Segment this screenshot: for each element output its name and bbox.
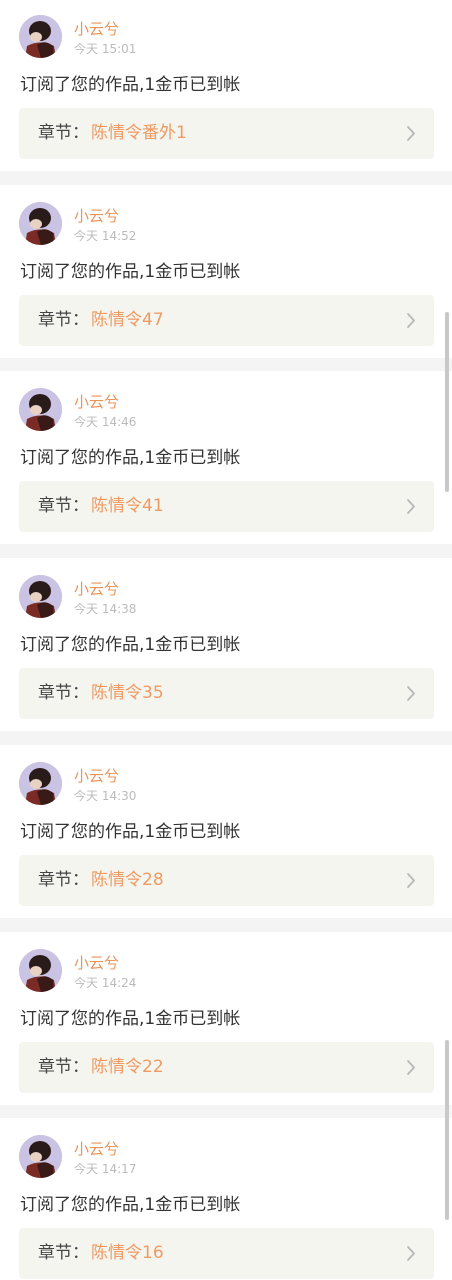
chapter-title: 陈情令41 bbox=[91, 496, 164, 516]
chapter-label: 章节： bbox=[38, 870, 89, 890]
username[interactable]: 小云兮 bbox=[74, 766, 119, 786]
chapter-title: 陈情令22 bbox=[91, 1057, 164, 1077]
timestamp: 今天 14:30 bbox=[74, 789, 137, 803]
chapter-label: 章节： bbox=[38, 1243, 89, 1263]
chevron-right-icon bbox=[407, 126, 415, 141]
chapter-title: 陈情令35 bbox=[91, 683, 164, 703]
chapter-title: 陈情令28 bbox=[91, 870, 164, 890]
chapter-label: 章节： bbox=[38, 496, 89, 516]
user-avatar[interactable] bbox=[19, 15, 62, 58]
chevron-right-icon bbox=[407, 313, 415, 328]
username[interactable]: 小云兮 bbox=[74, 953, 119, 973]
username[interactable]: 小云兮 bbox=[74, 579, 119, 599]
notification-card: 小云兮 今天 15:01 订阅了您的作品,1金币已到帐 章节： 陈情令番外1 bbox=[0, 0, 452, 171]
avatar-image bbox=[19, 762, 62, 805]
chapter-link[interactable]: 章节： 陈情令28 bbox=[19, 855, 434, 906]
avatar-image bbox=[19, 1135, 62, 1178]
user-avatar[interactable] bbox=[19, 1135, 62, 1178]
timestamp: 今天 14:52 bbox=[74, 229, 137, 243]
timestamp: 今天 14:24 bbox=[74, 976, 137, 990]
notification-card: 小云兮 今天 14:52 订阅了您的作品,1金币已到帐 章节： 陈情令47 bbox=[0, 185, 452, 358]
user-avatar[interactable] bbox=[19, 202, 62, 245]
notification-message: 订阅了您的作品,1金币已到帐 bbox=[20, 1009, 241, 1029]
notification-card: 小云兮 今天 14:46 订阅了您的作品,1金币已到帐 章节： 陈情令41 bbox=[0, 371, 452, 544]
username[interactable]: 小云兮 bbox=[74, 206, 119, 226]
user-avatar[interactable] bbox=[19, 575, 62, 618]
notification-message: 订阅了您的作品,1金币已到帐 bbox=[20, 448, 241, 468]
scrollbar-thumb[interactable] bbox=[445, 1040, 449, 1220]
chapter-title: 陈情令47 bbox=[91, 310, 164, 330]
chapter-title: 陈情令番外1 bbox=[91, 123, 187, 143]
chevron-right-icon bbox=[407, 686, 415, 701]
user-avatar[interactable] bbox=[19, 388, 62, 431]
notification-card: 小云兮 今天 14:38 订阅了您的作品,1金币已到帐 章节： 陈情令35 bbox=[0, 558, 452, 731]
chapter-link[interactable]: 章节： 陈情令47 bbox=[19, 295, 434, 346]
chevron-right-icon bbox=[407, 1246, 415, 1261]
chapter-label: 章节： bbox=[38, 123, 89, 143]
notification-message: 订阅了您的作品,1金币已到帐 bbox=[20, 1195, 241, 1215]
avatar-image bbox=[19, 202, 62, 245]
chevron-right-icon bbox=[407, 1060, 415, 1075]
chevron-right-icon bbox=[407, 499, 415, 514]
chapter-label: 章节： bbox=[38, 310, 89, 330]
user-avatar[interactable] bbox=[19, 949, 62, 992]
chevron-right-icon bbox=[407, 873, 415, 888]
scrollbar-thumb[interactable] bbox=[445, 312, 449, 492]
notification-message: 订阅了您的作品,1金币已到帐 bbox=[20, 822, 241, 842]
username[interactable]: 小云兮 bbox=[74, 1139, 119, 1159]
avatar-image bbox=[19, 15, 62, 58]
chapter-label: 章节： bbox=[38, 683, 89, 703]
chapter-title: 陈情令16 bbox=[91, 1243, 164, 1263]
avatar-image bbox=[19, 388, 62, 431]
chapter-label: 章节： bbox=[38, 1057, 89, 1077]
notification-message: 订阅了您的作品,1金币已到帐 bbox=[20, 635, 241, 655]
username[interactable]: 小云兮 bbox=[74, 19, 119, 39]
timestamp: 今天 14:46 bbox=[74, 415, 137, 429]
notification-message: 订阅了您的作品,1金币已到帐 bbox=[20, 262, 241, 282]
avatar-image bbox=[19, 949, 62, 992]
timestamp: 今天 14:38 bbox=[74, 602, 137, 616]
notification-card: 小云兮 今天 14:30 订阅了您的作品,1金币已到帐 章节： 陈情令28 bbox=[0, 745, 452, 918]
timestamp: 今天 14:17 bbox=[74, 1162, 137, 1176]
chapter-link[interactable]: 章节： 陈情令22 bbox=[19, 1042, 434, 1093]
chapter-link[interactable]: 章节： 陈情令16 bbox=[19, 1228, 434, 1279]
username[interactable]: 小云兮 bbox=[74, 392, 119, 412]
timestamp: 今天 15:01 bbox=[74, 42, 137, 56]
notification-card: 小云兮 今天 14:17 订阅了您的作品,1金币已到帐 章节： 陈情令16 bbox=[0, 1118, 452, 1280]
chapter-link[interactable]: 章节： 陈情令41 bbox=[19, 481, 434, 532]
notification-card: 小云兮 今天 14:24 订阅了您的作品,1金币已到帐 章节： 陈情令22 bbox=[0, 932, 452, 1105]
user-avatar[interactable] bbox=[19, 762, 62, 805]
avatar-image bbox=[19, 575, 62, 618]
chapter-link[interactable]: 章节： 陈情令35 bbox=[19, 668, 434, 719]
notification-message: 订阅了您的作品,1金币已到帐 bbox=[20, 75, 241, 95]
chapter-link[interactable]: 章节： 陈情令番外1 bbox=[19, 108, 434, 159]
notification-feed[interactable]: 小云兮 今天 15:01 订阅了您的作品,1金币已到帐 章节： 陈情令番外1 小… bbox=[0, 0, 452, 1280]
